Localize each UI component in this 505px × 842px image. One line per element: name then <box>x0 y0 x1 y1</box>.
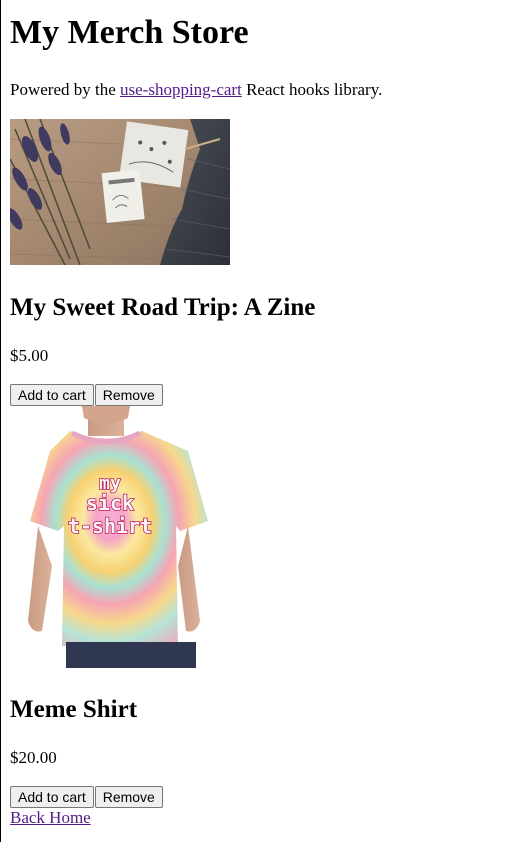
intro-text: Powered by the use-shopping-cart React h… <box>10 80 382 100</box>
intro-suffix: React hooks library. <box>241 80 383 99</box>
product-image-zine <box>10 119 230 265</box>
left-border <box>0 0 1 842</box>
page-title: My Merch Store <box>10 14 249 51</box>
remove-button[interactable]: Remove <box>94 786 163 808</box>
add-to-cart-button[interactable]: Add to cart <box>10 384 94 406</box>
product-price: $20.00 <box>10 748 57 767</box>
product-actions: Add to cart Remove <box>10 384 163 406</box>
back-home-link[interactable]: Back Home <box>10 808 91 828</box>
remove-button[interactable]: Remove <box>94 384 163 406</box>
product-actions: Add to cart Remove <box>10 786 163 808</box>
library-link[interactable]: use-shopping-cart <box>120 80 242 99</box>
product-image-shirt: my sick t-shirt <box>10 406 230 668</box>
product-price: $5.00 <box>10 346 49 365</box>
product-title: My Sweet Road Trip: A Zine <box>10 294 316 321</box>
shirt-text-2: sick <box>86 491 134 515</box>
product-title: Meme Shirt <box>10 696 138 723</box>
intro-prefix: Powered by the <box>10 80 121 99</box>
shirt-text-3: t-shirt <box>68 514 152 538</box>
add-to-cart-button[interactable]: Add to cart <box>10 786 94 808</box>
